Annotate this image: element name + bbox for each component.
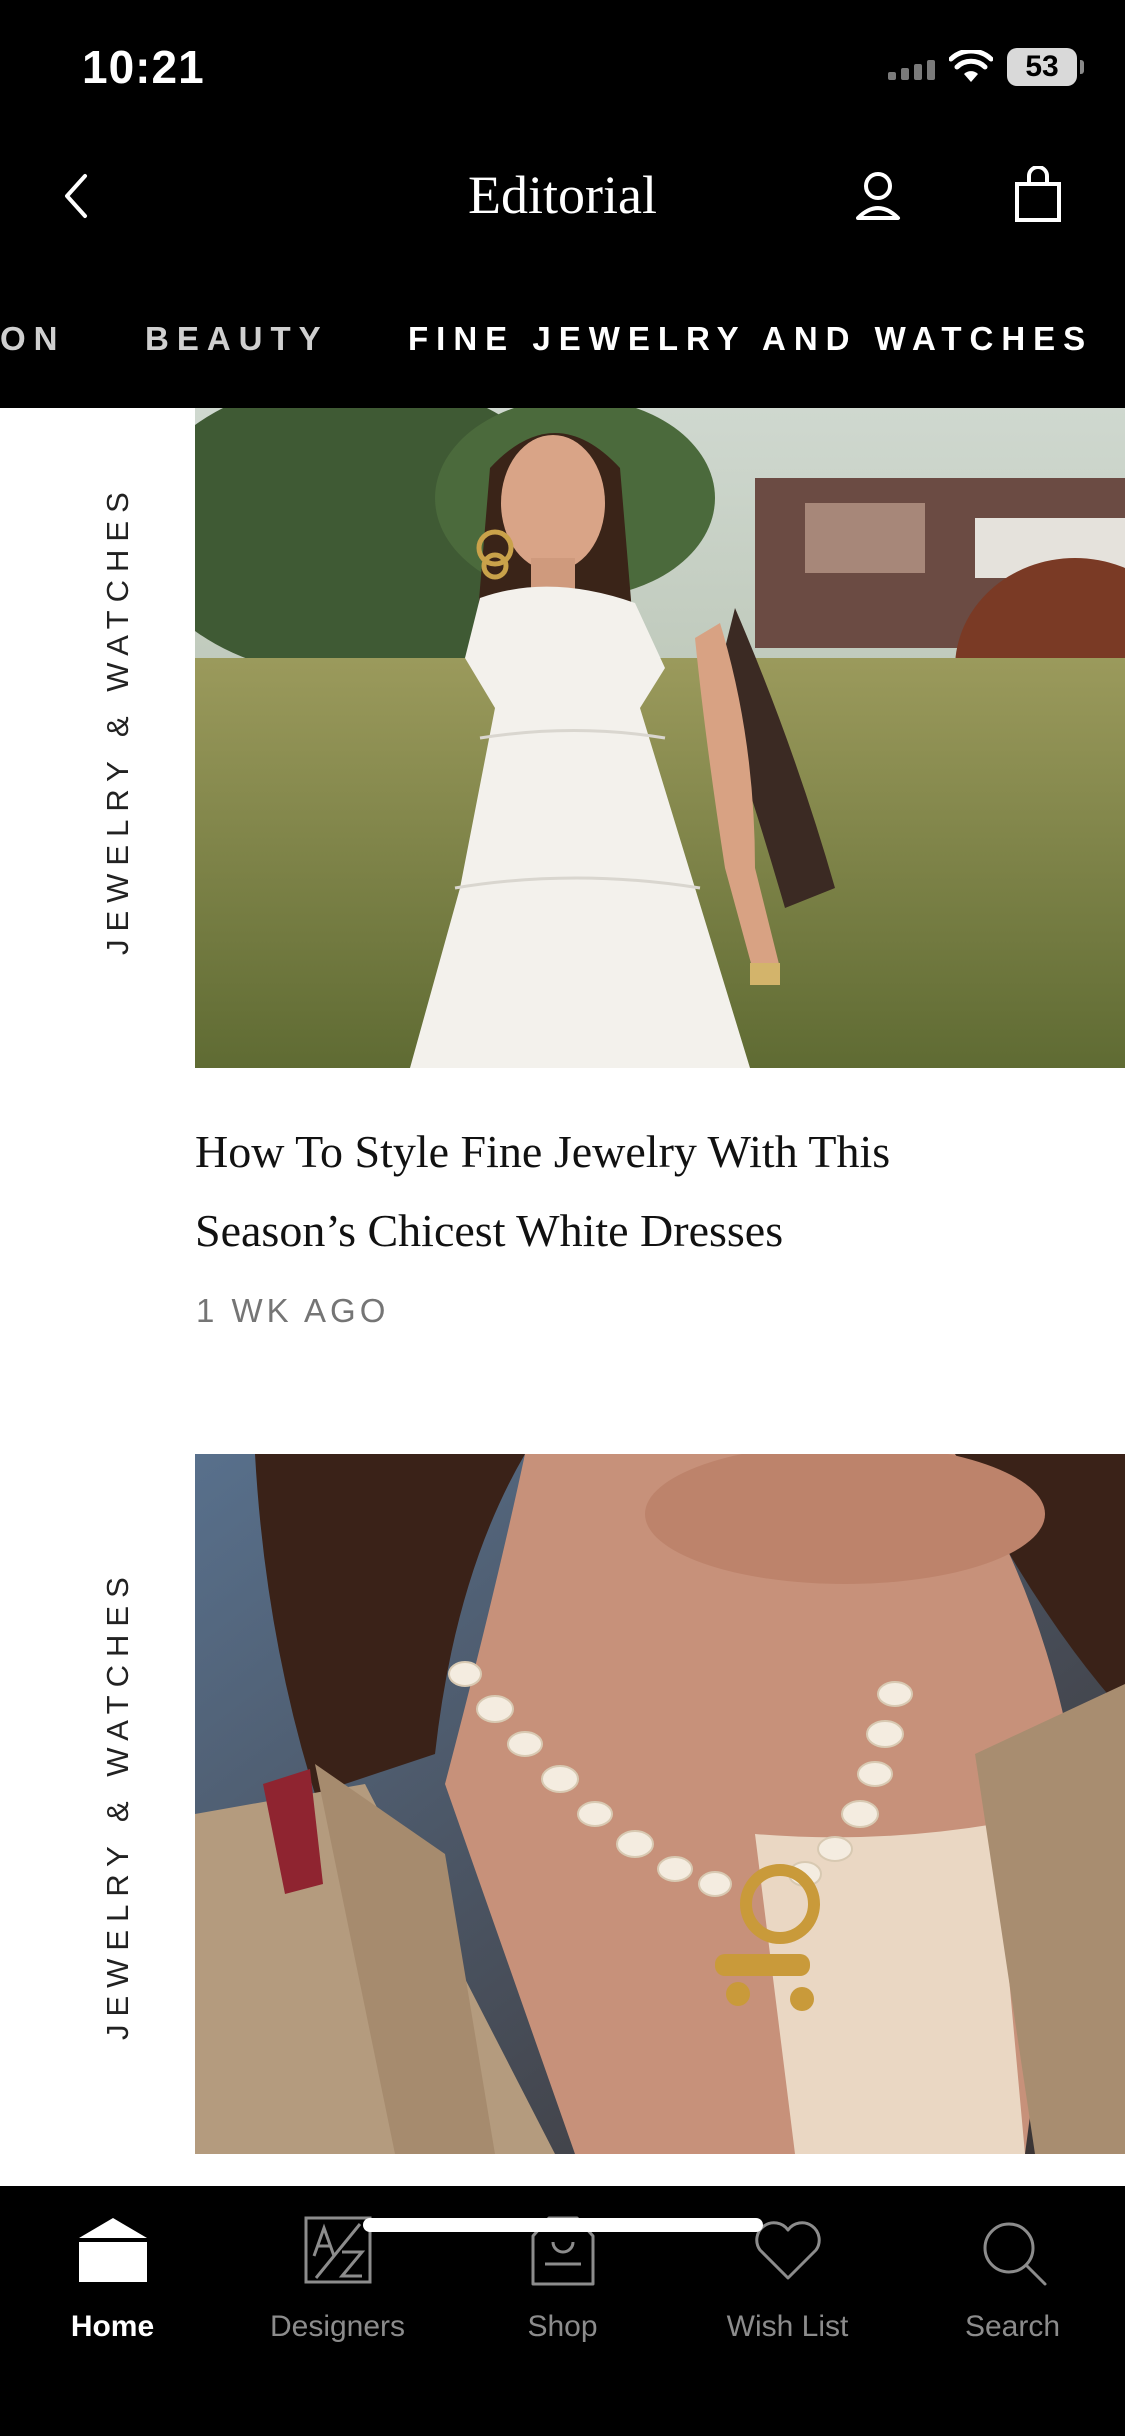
tab-search[interactable]: Search <box>900 2212 1125 2344</box>
search-icon <box>983 2222 1046 2286</box>
battery-icon: 53 <box>1007 48 1084 86</box>
tab-label: Home <box>70 2310 155 2343</box>
article-title-line: How To Style Fine Jewelry With This <box>195 1126 891 1177</box>
tab-label: Shop <box>527 2310 598 2343</box>
category-tab-beauty[interactable]: BEAUTY <box>145 320 329 358</box>
page-title: Editorial <box>468 165 657 225</box>
article-category-label: JEWELRY & WATCHES <box>100 484 135 955</box>
wifi-icon <box>949 50 993 82</box>
article-category-label: JEWELRY & WATCHES <box>100 1569 135 2040</box>
category-tabs: ON BEAUTY FINE JEWELRY AND WATCHES <box>0 312 1125 368</box>
article-image[interactable] <box>195 1454 1125 2154</box>
article-timestamp: 1 WK AGO <box>196 1292 390 1329</box>
top-header: 10:21 53 Editorial ON BEAUTY FINE JEWELR <box>0 0 1125 408</box>
category-tab-fashion[interactable]: ON <box>0 320 66 358</box>
article-title[interactable]: How To Style Fine Jewelry With This Seas… <box>195 1112 1015 1270</box>
shopping-bag-icon <box>1015 165 1061 222</box>
account-button[interactable] <box>852 166 904 226</box>
home-icon <box>78 2218 147 2282</box>
tab-label: Designers <box>269 2310 406 2343</box>
home-indicator[interactable] <box>363 2218 763 2232</box>
article-title-line: Season’s Chicest White Dresses <box>195 1205 784 1256</box>
article-image[interactable] <box>195 408 1125 1068</box>
status-time: 10:21 <box>82 41 205 93</box>
tab-label: Wish List <box>726 2310 849 2343</box>
tab-home[interactable]: Home <box>0 2212 225 2344</box>
shopping-bag-button[interactable] <box>1012 165 1064 226</box>
category-tab-fine-jewelry[interactable]: FINE JEWELRY AND WATCHES <box>408 320 1093 358</box>
status-icons: 53 <box>888 48 1084 86</box>
user-icon <box>856 172 900 220</box>
tab-label: Search <box>964 2310 1061 2343</box>
cellular-signal-icon <box>888 54 935 80</box>
